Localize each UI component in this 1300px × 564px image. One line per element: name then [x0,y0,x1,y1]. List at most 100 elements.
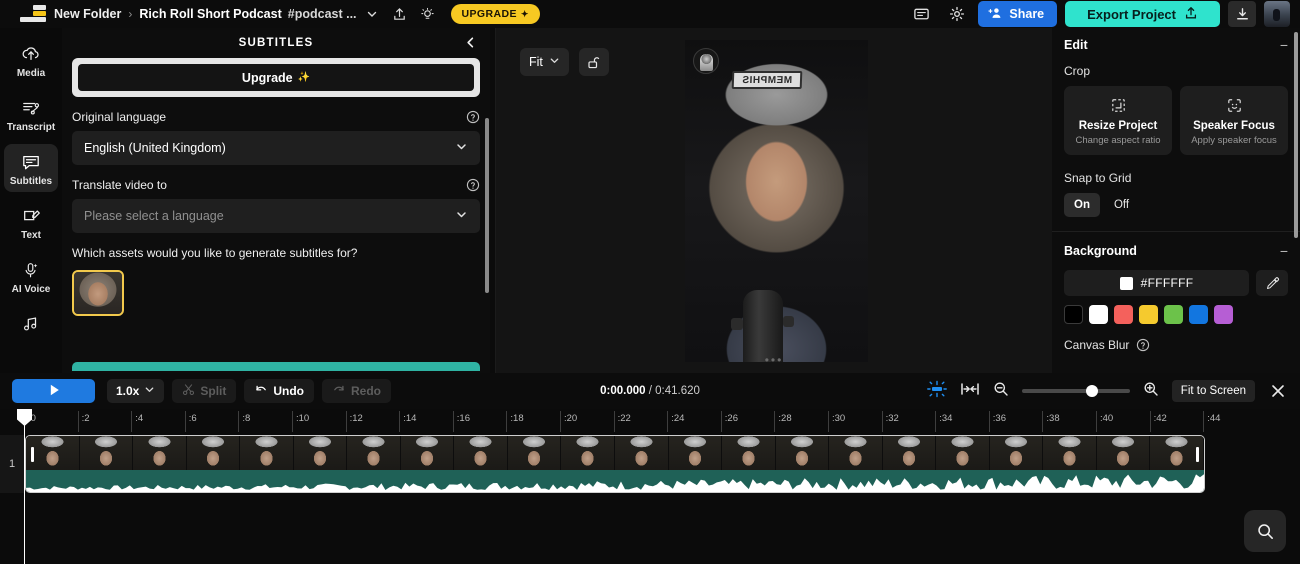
zoom-out-button[interactable] [993,381,1009,402]
gear-icon[interactable] [944,2,970,26]
export-project-button[interactable]: Export Project [1065,1,1220,27]
rail-label-subtitles: Subtitles [9,176,53,187]
snap-on-button[interactable]: On [1064,193,1100,217]
avatar[interactable] [1264,1,1290,27]
rail-label-transcript: Transcript [6,122,56,133]
zoom-fit-dropdown[interactable]: Fit [520,48,569,76]
swatch-white[interactable] [1089,305,1108,324]
rail-item-audio[interactable] [4,306,58,343]
zoom-in-button[interactable] [1143,381,1159,402]
download-button[interactable] [1228,1,1256,27]
timeline-tick: :22 [613,411,631,432]
clip-handle-left[interactable] [31,447,34,462]
resize-frame-icon [1068,95,1168,115]
search-icon [1257,523,1273,539]
swatch-blue[interactable] [1189,305,1208,324]
undo-button-label: Undo [273,384,305,398]
help-circle-icon[interactable] [1136,338,1150,352]
background-section-title: Background [1064,244,1137,258]
swatch-purple[interactable] [1214,305,1233,324]
speaker-focus-title: Speaker Focus [1193,120,1275,132]
undo-button[interactable]: Undo [244,379,315,403]
timeline-tick: :2 [77,411,90,432]
playback-speed-dropdown[interactable]: 1.0x [107,379,165,403]
timeline-tick: :4 [131,411,143,432]
project-title[interactable]: Rich Roll Short Podcast [139,7,281,21]
upgrade-badge[interactable]: UPGRADE ✦ [450,4,540,24]
redo-button[interactable]: Redo [322,379,392,403]
stage-grip[interactable]: ••• [765,353,784,367]
app-logo-icon[interactable] [20,5,46,23]
swatch-yellow[interactable] [1139,305,1158,324]
help-circle-icon[interactable] [466,178,480,192]
snap-magnet-button[interactable] [926,380,947,403]
upgrade-button[interactable]: Upgrade ✨ [78,64,474,91]
rail-item-transcript[interactable]: Transcript [4,90,58,138]
swatch-green[interactable] [1164,305,1183,324]
rail-item-subtitles[interactable]: Subtitles [4,144,58,192]
eyedropper-button[interactable] [1256,270,1288,296]
video-preview[interactable] [685,40,868,362]
rail-item-text[interactable]: Text [4,198,58,246]
swatch-black[interactable] [1064,305,1083,324]
chevron-down-icon [144,384,155,398]
help-circle-icon[interactable] [466,110,480,124]
panel-scrollbar[interactable] [485,118,489,293]
background-swatches [1064,305,1288,324]
zoom-slider-knob[interactable] [1085,385,1098,397]
timeline-tick: :10 [292,411,309,432]
chevron-left-icon[interactable] [460,32,480,52]
rail-label-text: Text [21,230,41,241]
split-button[interactable]: Split [172,379,237,403]
close-timeline-button[interactable] [1268,381,1288,401]
snap-off-button[interactable]: Off [1104,193,1139,217]
collapse-background-icon[interactable]: − [1280,244,1288,258]
timeline-tick: :38 [1042,411,1060,432]
unlock-button[interactable] [578,48,609,76]
background-hex-input[interactable]: #FFFFFF [1064,270,1249,296]
timeline-clip[interactable] [25,435,1205,493]
play-button[interactable] [12,379,95,403]
video-asset-thumbnail[interactable] [72,270,124,316]
resize-project-desc: Change aspect ratio [1075,135,1161,146]
breadcrumb-folder[interactable]: New Folder [54,7,121,21]
share-button-label: Share [1009,7,1045,21]
subtitles-panel: SUBTITLES Upgrade ✨ Original language En… [62,28,500,373]
timeline-tick: :6 [184,411,197,432]
fit-to-screen-button[interactable]: Fit to Screen [1171,380,1255,402]
breadcrumb-separator: › [128,7,133,21]
track-header: 1 [0,435,24,493]
original-language-value: English (United Kingdom) [84,141,226,155]
clip-waveform [26,470,1204,492]
collapse-edit-icon[interactable]: − [1280,38,1288,52]
edit-section-title: Edit [1064,38,1088,52]
inspector-scrollbar[interactable] [1294,32,1298,238]
timeline-search-button[interactable] [1244,510,1286,552]
chevron-down-icon[interactable] [359,2,385,26]
original-language-select[interactable]: English (United Kingdom) [72,131,480,165]
rail-item-media[interactable]: Media [4,36,58,84]
timeline-tick: :40 [1096,411,1113,432]
lightbulb-icon[interactable] [415,2,441,26]
playhead[interactable] [17,409,32,564]
resize-project-card[interactable]: Resize Project Change aspect ratio [1064,86,1172,155]
comment-icon[interactable] [908,2,934,26]
rail-item-ai-voice[interactable]: AI Voice [4,252,58,300]
translate-language-select[interactable]: Please select a language [72,199,480,233]
timeline-tick: :8 [238,411,250,432]
clip-handle-right[interactable] [1196,447,1199,462]
canvas-blur-row: Canvas Blur [1064,338,1288,352]
generate-subtitles-button[interactable] [72,362,480,371]
face-focus-icon [1184,95,1284,115]
share-upload-icon[interactable] [387,2,413,26]
fit-selection-button[interactable] [960,381,980,402]
swatch-red[interactable] [1114,305,1133,324]
chevron-down-icon [549,55,560,69]
speaker-focus-card[interactable]: Speaker Focus Apply speaker focus [1180,86,1288,155]
share-button[interactable]: Share [978,1,1058,27]
inspector-panel: Edit − Crop Resize Project Change aspect… [1052,28,1300,373]
canvas-blur-label: Canvas Blur [1064,338,1130,352]
unlock-icon [588,56,600,68]
timeline-ruler[interactable]: :0:2:4:6:8:10:12:14:16:18:20:22:24:26:28… [0,409,1300,433]
zoom-slider[interactable] [1021,385,1130,397]
